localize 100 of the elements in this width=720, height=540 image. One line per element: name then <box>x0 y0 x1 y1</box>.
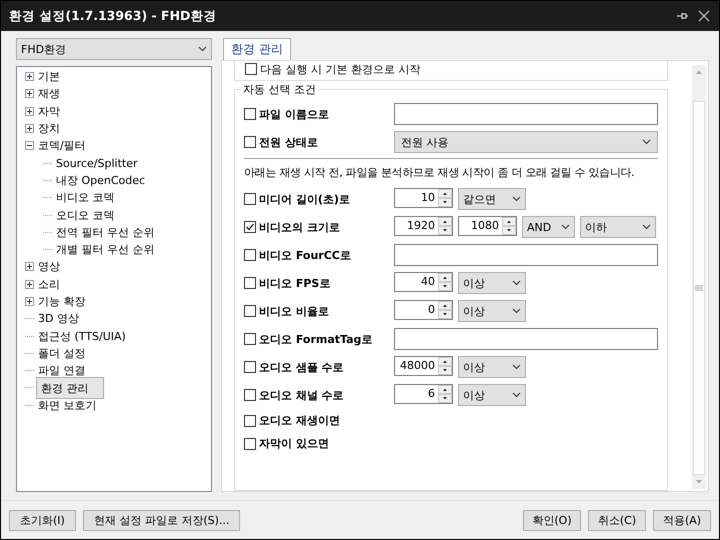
button[interactable]: 취소(C) <box>588 510 646 530</box>
spin-box[interactable]: 1080 <box>458 216 517 236</box>
group-title: 자동 선택 조건 <box>241 82 318 97</box>
checkbox[interactable] <box>244 414 256 426</box>
checkbox-label: 오디오 채널 수로 <box>259 388 344 402</box>
spinner-icon[interactable] <box>502 217 516 235</box>
checkbox-label: 오디오 샘플 수로 <box>259 360 344 374</box>
caret-icon <box>512 280 521 286</box>
checkbox-label: 오디오 재생이면 <box>259 413 340 428</box>
checkbox-label: 비디오 FPS로 <box>259 276 330 290</box>
dropdown[interactable]: 이하 <box>580 216 656 238</box>
dropdown[interactable]: 이상 <box>458 384 526 406</box>
dropdown[interactable]: 같으면 <box>458 188 526 210</box>
expand-icon[interactable] <box>25 106 34 116</box>
caret-icon <box>512 364 521 370</box>
caret-icon <box>642 139 651 145</box>
checkbox[interactable] <box>244 249 256 261</box>
tree-item[interactable]: 소리 <box>36 276 62 292</box>
checkbox[interactable] <box>244 193 256 205</box>
tree-item[interactable]: 영상 <box>36 259 62 274</box>
caret-icon <box>198 46 207 52</box>
info-text: 아래는 재생 시작 전, 파일을 분석하므로 재생 시작이 좀 더 오래 걸릴 수 있습니다. <box>244 165 636 181</box>
spin-box[interactable]: 40 <box>394 272 453 292</box>
spinner-icon[interactable] <box>438 301 452 319</box>
tree-item[interactable]: 내장 OpenCodec <box>54 172 148 188</box>
tree-item[interactable]: 폴더 설정 <box>36 346 88 361</box>
dropdown[interactable]: 이상 <box>458 272 526 294</box>
tree-item[interactable]: 자막 <box>36 104 62 119</box>
checkbox-label: 미디어 길이(초)로 <box>259 192 350 206</box>
tree-item[interactable]: 비디오 코덱 <box>54 190 116 206</box>
tree-item[interactable]: 오디오 코덱 <box>54 208 116 223</box>
checkbox-label: 오디오 FormatTag로 <box>259 332 372 346</box>
checkbox[interactable] <box>244 333 256 345</box>
tree-item[interactable]: 장치 <box>36 121 62 136</box>
spinner-icon[interactable] <box>438 189 452 207</box>
grip-icon <box>695 285 703 291</box>
tree-item[interactable]: 전역 필터 우선 순위 <box>54 224 156 240</box>
spin-box[interactable]: 6 <box>394 384 453 404</box>
tree-item[interactable]: 화면 보호기 <box>36 398 98 413</box>
spin-box[interactable]: 10 <box>394 188 453 208</box>
tree-item[interactable]: 코덱/필터 <box>36 138 88 154</box>
checkbox[interactable] <box>244 277 256 289</box>
checkbox[interactable] <box>244 438 256 450</box>
dropdown[interactable]: 이상 <box>458 356 526 378</box>
checkbox[interactable] <box>244 108 256 120</box>
close-icon[interactable] <box>697 9 711 23</box>
caret-icon <box>512 392 521 398</box>
expand-icon[interactable] <box>25 262 34 272</box>
spin-box[interactable]: 1920 <box>394 216 453 236</box>
caret-icon <box>642 224 651 230</box>
expand-icon[interactable] <box>25 89 34 98</box>
tree-item[interactable]: 환경 관리 <box>36 377 104 399</box>
button[interactable]: 확인(O) <box>523 510 581 530</box>
caret-icon <box>512 308 521 314</box>
caret-icon <box>512 196 521 202</box>
checkbox[interactable] <box>245 63 257 75</box>
tree-item[interactable]: 기본 <box>36 69 62 84</box>
tree-item[interactable]: 개별 필터 우선 순위 <box>54 242 156 258</box>
tree-item[interactable]: 3D 영상 <box>36 311 81 326</box>
tree-item[interactable]: 재생 <box>36 86 62 102</box>
collapse-icon[interactable] <box>25 141 34 150</box>
spin-box[interactable]: 48000 <box>394 356 453 376</box>
spinner-icon[interactable] <box>438 385 452 403</box>
expand-icon[interactable] <box>25 280 34 289</box>
tree-item[interactable]: 접근성 (TTS/UIA) <box>36 328 128 344</box>
expand-icon[interactable] <box>25 297 34 306</box>
spinner-icon[interactable] <box>438 357 452 375</box>
checkbox[interactable] <box>244 221 256 233</box>
text-field[interactable] <box>394 244 658 266</box>
spin-box[interactable]: 0 <box>394 300 453 320</box>
button[interactable]: 적용(A) <box>653 510 711 530</box>
tree-item[interactable]: Source/Splitter <box>54 156 140 170</box>
dropdown[interactable]: 이상 <box>458 300 526 322</box>
checkbox-label: 비디오의 크기로 <box>259 220 340 234</box>
button[interactable]: 초기화(I) <box>9 510 76 530</box>
checkbox-label: 다음 실행 시 기본 환경으로 시작 <box>260 62 420 76</box>
profile-dropdown[interactable]: FHD환경 <box>16 38 212 60</box>
checkbox[interactable] <box>244 389 256 401</box>
checkbox-label: 파일 이름으로 <box>259 106 329 122</box>
checkbox-label: 자막이 있으면 <box>259 436 329 451</box>
expand-icon[interactable] <box>25 124 34 134</box>
tree-item[interactable]: 파일 연결 <box>36 363 88 378</box>
checkbox-label: 전원 상태로 <box>259 134 318 150</box>
tab[interactable]: 환경 관리 <box>223 38 291 60</box>
checkbox[interactable] <box>244 136 256 148</box>
spinner-icon[interactable] <box>438 217 452 235</box>
checkbox[interactable] <box>244 305 256 317</box>
caret-icon <box>561 224 570 230</box>
button[interactable]: 현재 설정 파일로 저장(S)... <box>82 510 240 530</box>
text-field[interactable] <box>394 103 658 125</box>
window-title: 환경 설정(1.7.13963) - FHD환경 <box>9 8 218 24</box>
dropdown[interactable]: AND <box>522 216 575 238</box>
tree-item[interactable]: 기능 확장 <box>36 294 88 309</box>
checkbox-label: 비디오 FourCC로 <box>259 248 351 262</box>
checkbox-label: 비디오 비율로 <box>259 304 329 318</box>
expand-icon[interactable] <box>25 72 34 82</box>
spinner-icon[interactable] <box>438 273 452 291</box>
checkbox[interactable] <box>244 361 256 373</box>
dropdown[interactable]: 전원 사용 <box>394 131 658 153</box>
text-field[interactable] <box>394 328 658 350</box>
